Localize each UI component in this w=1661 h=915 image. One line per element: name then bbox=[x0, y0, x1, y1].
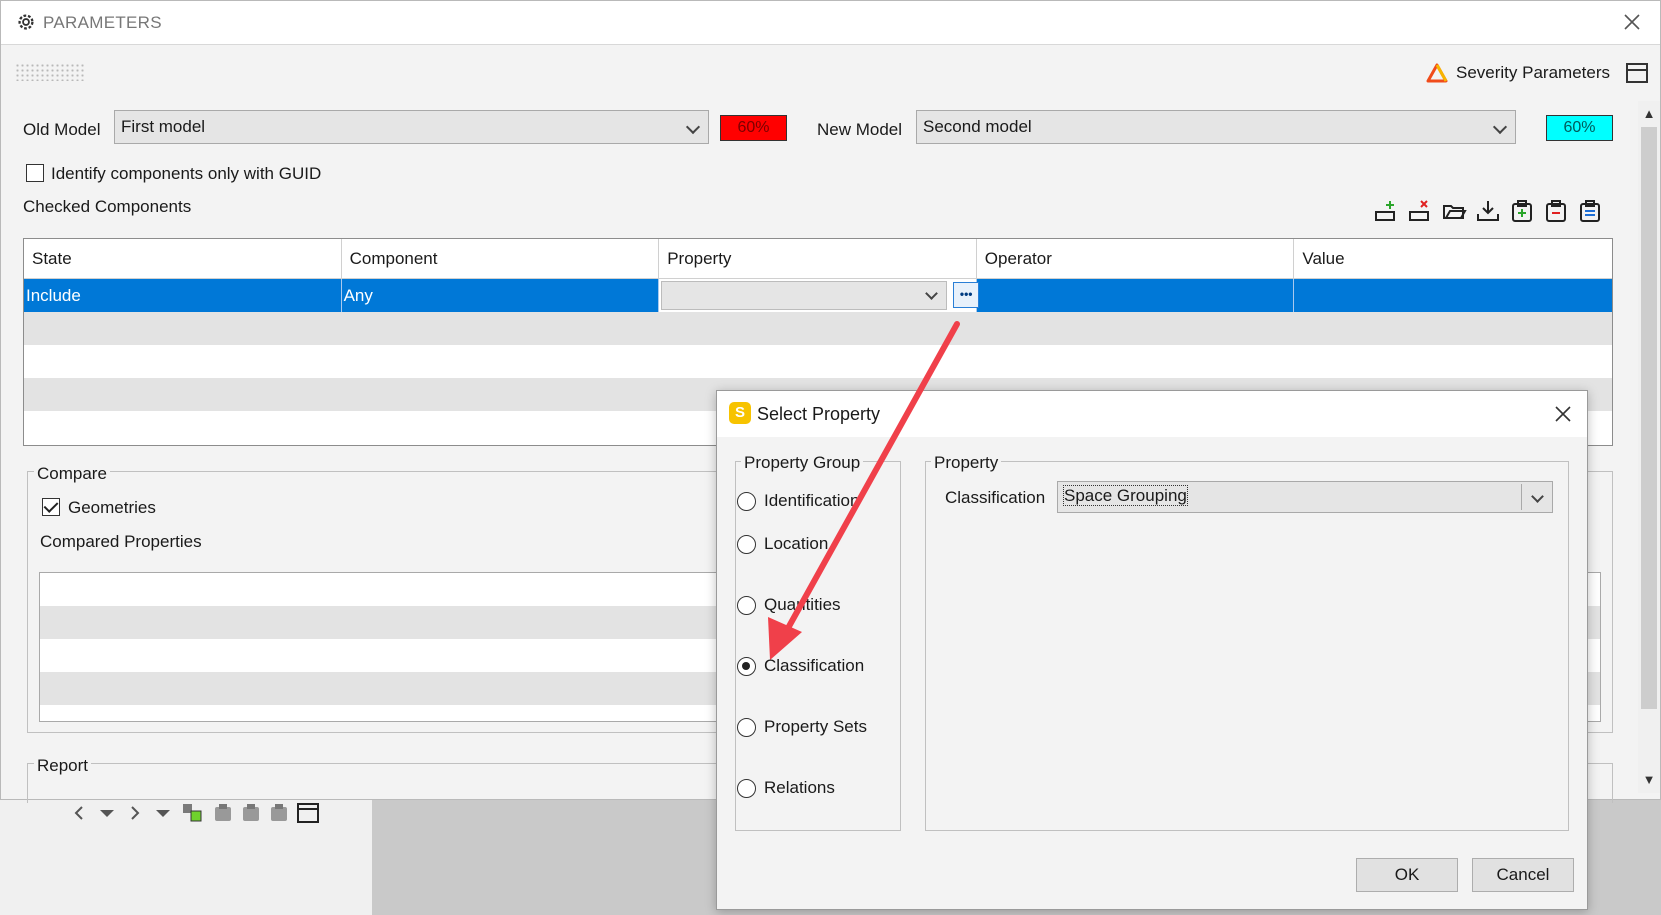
old-model-percent-badge: 60% bbox=[720, 115, 787, 141]
radio-property-sets[interactable]: Property Sets bbox=[737, 717, 867, 737]
radio-classification[interactable]: Classification bbox=[737, 656, 864, 676]
column-header-operator[interactable]: Operator bbox=[977, 239, 1295, 279]
compared-properties-label: Compared Properties bbox=[40, 532, 202, 551]
report-title: Report bbox=[34, 756, 92, 776]
select-property-dialog: S Select Property Property Group Identif… bbox=[716, 390, 1588, 910]
severity-parameters-link[interactable]: Severity Parameters bbox=[1426, 63, 1610, 83]
column-header-property[interactable]: Property bbox=[659, 239, 977, 279]
title-bar: PARAMETERS bbox=[1, 1, 1660, 45]
chevron-down-icon bbox=[685, 119, 701, 135]
column-header-component[interactable]: Component bbox=[342, 239, 660, 279]
radio-label: Property Sets bbox=[764, 717, 867, 736]
column-header-state[interactable]: State bbox=[24, 239, 342, 279]
radio-button-selected[interactable] bbox=[737, 656, 756, 676]
radio-button[interactable] bbox=[737, 534, 756, 554]
checked-components-title: Checked Components bbox=[23, 197, 192, 216]
open-folder-icon[interactable] bbox=[1441, 198, 1467, 224]
severity-label: Severity Parameters bbox=[1456, 63, 1610, 82]
scroll-up-icon[interactable]: ▲ bbox=[1638, 103, 1660, 125]
clipboard-list-icon[interactable] bbox=[1577, 198, 1603, 224]
table-row-empty bbox=[24, 312, 1612, 345]
vertical-scrollbar[interactable]: ▲ ▼ bbox=[1638, 101, 1660, 793]
radio-button[interactable] bbox=[737, 595, 756, 615]
more-options-button[interactable]: ••• bbox=[953, 282, 980, 308]
delete-row-icon[interactable] bbox=[1407, 198, 1433, 224]
new-model-select[interactable]: Second model bbox=[916, 110, 1516, 144]
model-cubes-icon[interactable] bbox=[180, 801, 206, 825]
caret-down-icon[interactable] bbox=[96, 802, 118, 824]
radio-label: Classification bbox=[764, 656, 865, 675]
scrollbar-thumb[interactable] bbox=[1641, 127, 1657, 709]
radio-button[interactable] bbox=[737, 717, 756, 737]
clipboard-icon[interactable] bbox=[212, 802, 234, 824]
ok-button[interactable]: OK bbox=[1356, 858, 1458, 892]
property-box bbox=[925, 461, 1569, 831]
cell-property[interactable]: ••• bbox=[659, 279, 980, 312]
table-header: State Component Property Operator Value bbox=[24, 239, 1612, 279]
scroll-down-icon[interactable]: ▼ bbox=[1638, 769, 1660, 791]
radio-relations[interactable]: Relations bbox=[737, 778, 835, 798]
radio-identification[interactable]: Identification bbox=[737, 491, 859, 511]
new-model-label: New Model bbox=[817, 120, 903, 139]
radio-label: Identification bbox=[764, 491, 860, 510]
guid-only-checkbox[interactable] bbox=[26, 164, 44, 182]
window-title: PARAMETERS bbox=[43, 13, 162, 32]
radio-label: Relations bbox=[764, 778, 835, 797]
table-row[interactable]: Include Any ••• bbox=[24, 279, 1612, 312]
clipboard-add-icon[interactable] bbox=[1509, 198, 1535, 224]
close-icon[interactable] bbox=[1551, 402, 1575, 426]
close-icon[interactable] bbox=[1620, 10, 1644, 34]
column-header-value[interactable]: Value bbox=[1294, 239, 1612, 279]
old-model-value: First model bbox=[121, 117, 206, 136]
radio-location[interactable]: Location bbox=[737, 534, 828, 554]
clipboard-remove-icon[interactable] bbox=[1543, 198, 1569, 224]
clipboard-icon[interactable] bbox=[268, 802, 290, 824]
radio-button[interactable] bbox=[737, 778, 756, 798]
dock-window-icon[interactable] bbox=[1626, 63, 1648, 83]
new-model-value: Second model bbox=[923, 117, 1032, 136]
drag-grip[interactable] bbox=[15, 63, 85, 81]
app-logo-icon: S bbox=[729, 402, 751, 424]
warning-triangle-icon bbox=[1426, 63, 1448, 83]
download-icon[interactable] bbox=[1475, 198, 1501, 224]
cell-state[interactable]: Include bbox=[24, 279, 342, 312]
chevron-down-icon bbox=[1492, 119, 1508, 135]
cell-value[interactable] bbox=[1294, 279, 1612, 312]
dialog-title-bar: S Select Property bbox=[717, 391, 1587, 437]
old-model-label: Old Model bbox=[23, 120, 101, 139]
chevron-right-icon[interactable] bbox=[124, 802, 146, 824]
dialog-title: Select Property bbox=[757, 404, 881, 424]
cancel-button[interactable]: Cancel bbox=[1472, 858, 1574, 892]
radio-label: Quantities bbox=[764, 595, 841, 614]
components-toolbar bbox=[1373, 197, 1603, 225]
cell-operator[interactable] bbox=[977, 279, 1295, 312]
property-title: Property bbox=[931, 453, 1002, 473]
classification-value: Space Grouping bbox=[1063, 485, 1188, 506]
caret-down-icon[interactable] bbox=[152, 802, 174, 824]
chevron-down-icon bbox=[925, 287, 939, 300]
property-group-title: Property Group bbox=[741, 453, 864, 473]
gear-icon bbox=[18, 14, 34, 30]
geometries-checkbox[interactable] bbox=[42, 498, 60, 516]
radio-button[interactable] bbox=[737, 491, 756, 511]
chevron-down-icon bbox=[1531, 490, 1544, 503]
property-select[interactable] bbox=[661, 281, 948, 310]
radio-label: Location bbox=[764, 534, 829, 553]
classification-label: Classification bbox=[945, 488, 1046, 507]
classification-select[interactable]: Space Grouping bbox=[1057, 481, 1553, 513]
table-row-empty bbox=[24, 345, 1612, 378]
geometries-label: Geometries bbox=[68, 498, 156, 517]
cell-component[interactable]: Any bbox=[342, 279, 660, 312]
chevron-left-icon[interactable] bbox=[68, 802, 90, 824]
property-group-box bbox=[735, 461, 901, 831]
old-model-select[interactable]: First model bbox=[114, 110, 709, 144]
window-icon[interactable] bbox=[296, 802, 320, 824]
add-row-icon[interactable] bbox=[1373, 198, 1399, 224]
guid-only-label: Identify components only with GUID bbox=[51, 164, 322, 183]
compare-title: Compare bbox=[34, 464, 110, 484]
new-model-percent-badge: 60% bbox=[1546, 115, 1613, 141]
radio-quantities[interactable]: Quantities bbox=[737, 595, 841, 615]
clipboard-icon[interactable] bbox=[240, 802, 262, 824]
